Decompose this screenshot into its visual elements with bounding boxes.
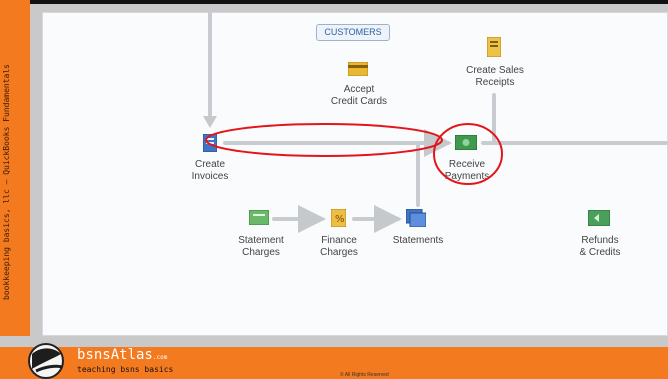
atlas-globe-icon	[28, 343, 64, 379]
copyright: © All Rights Reserved	[340, 372, 389, 378]
receive-payments-circle	[433, 123, 503, 185]
tagline: teaching bsns basics	[77, 365, 174, 374]
invoice-to-payments-ellipse	[205, 123, 443, 157]
brand-name: bsnsAtlas.com	[77, 347, 168, 363]
footer-band	[0, 336, 668, 347]
annotation-overlay	[205, 123, 503, 185]
